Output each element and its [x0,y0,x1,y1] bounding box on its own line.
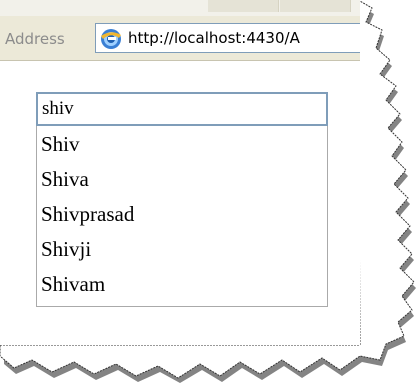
internet-explorer-icon [99,27,123,51]
toolbar-segment [208,0,279,12]
autocomplete-input[interactable] [36,92,328,126]
suggestion-item[interactable]: Shivprasad [37,197,327,232]
toolbar-segment [280,0,351,12]
suggestion-item[interactable]: Shivji [37,232,327,267]
browser-window: Address http://localhost:4430/A Shiv Shiv… [0,0,360,345]
suggestion-item[interactable]: Shivam [37,267,327,302]
window-top-strip [0,0,360,16]
page-content: ShivShivaShivprasadShivjiShivam [0,61,360,316]
suggestion-list: Shiv Shiva Shivprasad Shivji Shivam [36,126,328,307]
address-label: Address [5,30,65,48]
url-text: http://localhost:4430/A [128,29,300,47]
screenshot-stage: Address http://localhost:4430/A Shiv Shiv… [0,0,419,383]
suggestion-item[interactable]: Shiva [37,162,327,197]
address-bar: Address http://localhost:4430/A [0,16,360,61]
suggestion-item[interactable]: Shiv [37,127,327,162]
address-field[interactable]: http://localhost:4430/A [95,23,360,53]
